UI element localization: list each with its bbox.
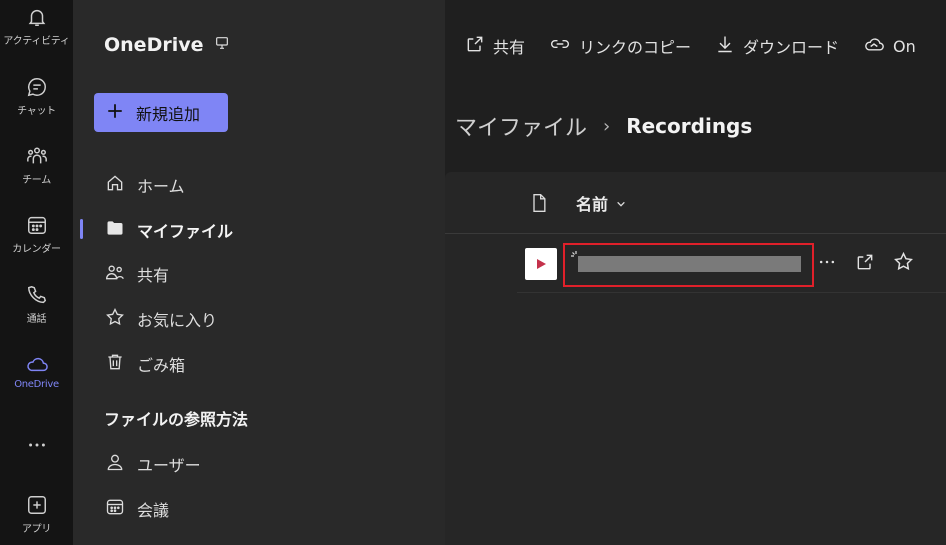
nav-item-label: 会議 (137, 501, 170, 520)
nav-item-label: ごみ箱 (137, 356, 186, 375)
breadcrumb-separator: › (603, 115, 611, 137)
rail-label: チーム (22, 175, 51, 186)
download-button[interactable]: ダウンロード (715, 34, 839, 58)
breadcrumb: マイファイル › Recordings (455, 110, 752, 142)
teams-icon (25, 143, 49, 169)
folder-icon (105, 218, 125, 242)
rail-item-chat[interactable]: チャット (0, 74, 73, 138)
plus-icon (106, 102, 124, 124)
rail-label: カレンダー (12, 244, 61, 255)
highlight-box (563, 243, 814, 287)
chevron-down-icon (616, 194, 626, 213)
cloud-icon (863, 34, 885, 58)
link-icon (549, 34, 571, 58)
people-icon (105, 262, 125, 286)
star-icon[interactable] (893, 251, 914, 272)
star-icon (105, 307, 125, 331)
more-options-icon[interactable] (817, 252, 837, 272)
onedrive-nav-pane: OneDrive 新規追加 ホーム マイファイル 共有 お気に入り ごみ箱 ファ… (73, 0, 445, 545)
nav-item-label: マイファイル (137, 222, 234, 241)
share-icon[interactable] (855, 252, 875, 272)
rail-item-activity[interactable]: アクティビティ (0, 4, 73, 68)
file-type-icon[interactable] (530, 193, 548, 217)
meeting-icon (105, 497, 125, 521)
rail-item-calendar[interactable]: カレンダー (0, 212, 73, 276)
table-row[interactable] (517, 235, 946, 293)
active-indicator (80, 219, 83, 239)
more-icon (25, 432, 49, 458)
nav-item-favorites[interactable]: お気に入り (105, 304, 217, 334)
add-new-button[interactable]: 新規追加 (94, 93, 228, 132)
phone-icon (25, 282, 49, 308)
open-in-label: On (893, 36, 916, 56)
rail-label: アクティビティ (3, 36, 70, 47)
nav-item-meetings[interactable]: 会議 (105, 494, 169, 524)
nav-item-home[interactable]: ホーム (105, 170, 185, 200)
nav-item-label: ホーム (137, 177, 185, 196)
download-icon (715, 34, 735, 58)
rail-label: 通話 (26, 314, 47, 325)
share-button[interactable]: 共有 (465, 34, 525, 58)
app-rail: アクティビティ チャット チーム カレンダー 通話 OneDrive アプリ (0, 0, 73, 545)
download-label: ダウンロード (743, 38, 840, 57)
trash-icon (105, 352, 125, 376)
app-title: OneDrive (104, 34, 230, 56)
breadcrumb-current: Recordings (626, 114, 753, 138)
calendar-icon (25, 212, 49, 238)
nav-item-my-files[interactable]: マイファイル (105, 215, 233, 245)
nav-item-label: お気に入り (137, 311, 218, 330)
list-header: 名前 (445, 172, 946, 234)
rail-item-teams[interactable]: チーム (0, 143, 73, 207)
open-in-onedrive-button[interactable]: On (863, 34, 916, 58)
browse-files-heading: ファイルの参照方法 (104, 410, 249, 429)
video-file-icon (525, 248, 557, 280)
monitor-icon[interactable] (214, 34, 230, 56)
command-bar: 共有 リンクのコピー ダウンロード On (445, 22, 946, 70)
chat-icon (25, 74, 49, 100)
add-app-icon (25, 492, 49, 518)
copy-link-button[interactable]: リンクのコピー (549, 34, 691, 58)
rail-label: アプリ (21, 524, 52, 535)
rail-item-more[interactable] (0, 432, 73, 496)
cloud-icon (25, 351, 49, 377)
rail-label: チャット (17, 106, 56, 117)
name-column-label: 名前 (576, 195, 609, 214)
breadcrumb-my-files[interactable]: マイファイル (455, 110, 587, 142)
rail-item-onedrive[interactable]: OneDrive (0, 351, 73, 415)
add-new-label: 新規追加 (136, 104, 201, 124)
rail-item-apps[interactable]: アプリ (0, 492, 73, 545)
home-icon (105, 173, 125, 197)
app-title-text: OneDrive (104, 34, 204, 56)
nav-item-label: ユーザー (137, 456, 201, 475)
name-column-header[interactable]: 名前 (576, 191, 626, 215)
person-icon (105, 452, 125, 476)
bell-icon (25, 4, 49, 30)
nav-item-people[interactable]: ユーザー (105, 449, 201, 479)
share-label: 共有 (493, 38, 526, 57)
nav-item-recycle-bin[interactable]: ごみ箱 (105, 349, 185, 379)
file-list: 名前 (445, 172, 946, 545)
nav-item-label: 共有 (137, 266, 170, 285)
rail-label: OneDrive (14, 379, 59, 390)
nav-item-shared[interactable]: 共有 (105, 259, 169, 289)
share-icon (465, 34, 485, 58)
copy-link-label: リンクのコピー (579, 38, 692, 57)
rail-item-calls[interactable]: 通話 (0, 282, 73, 346)
row-actions (817, 251, 914, 272)
